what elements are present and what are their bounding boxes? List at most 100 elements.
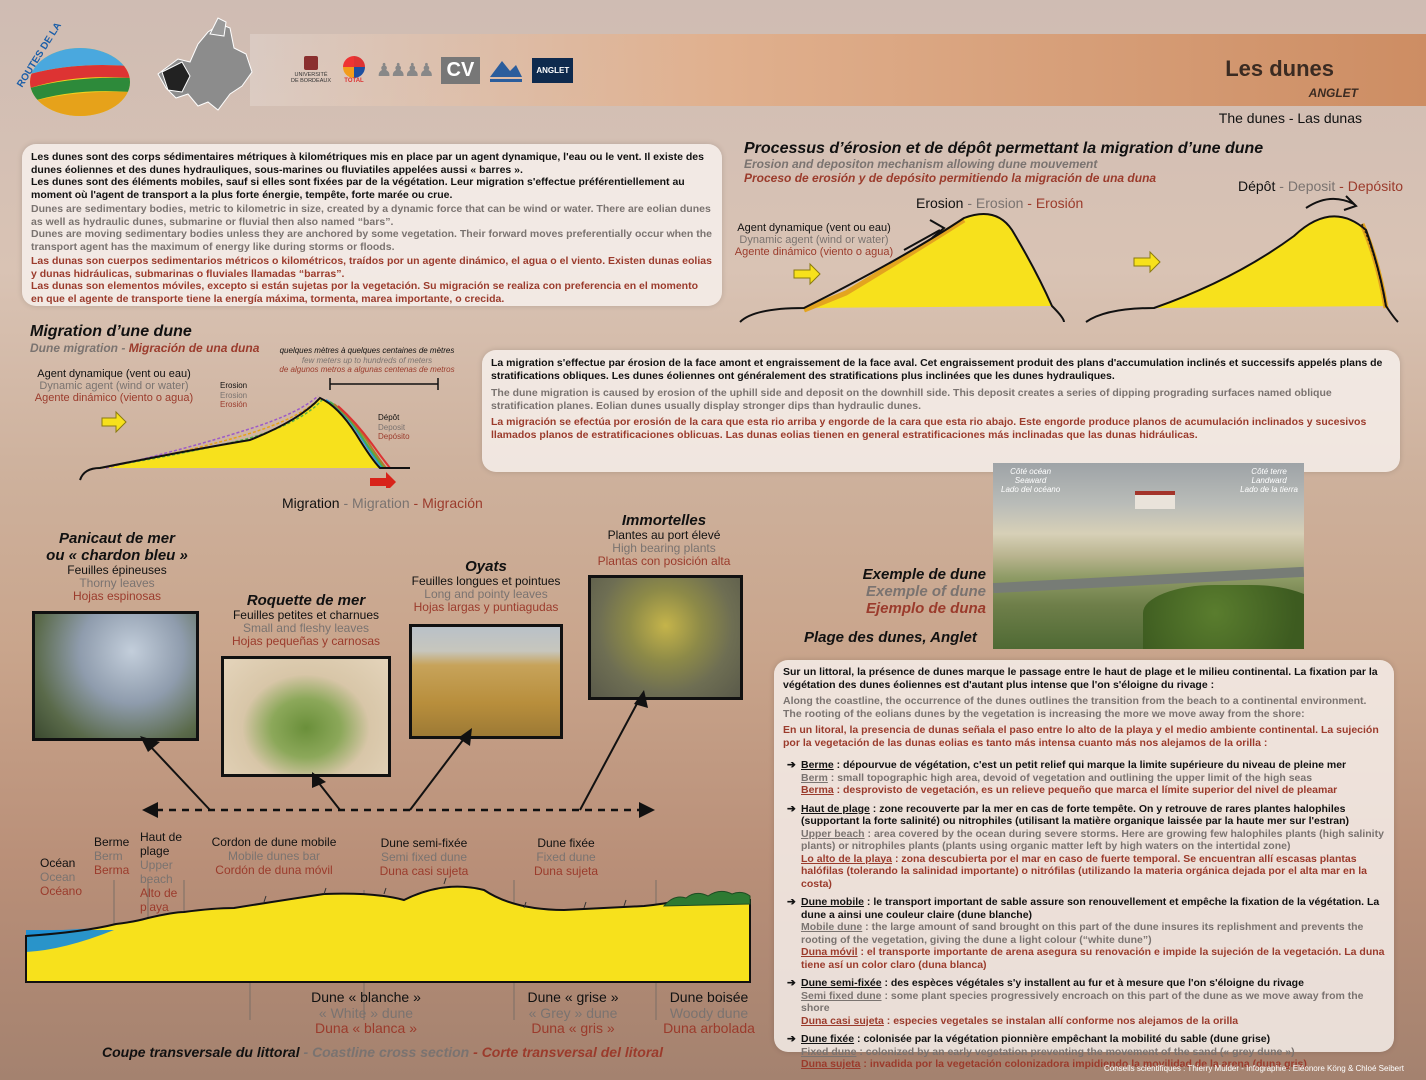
europe-map-icon [138,14,258,124]
intro-en: Dunes are sedimentary bodies, metric to … [31,203,712,253]
glossary-definition: : desprovisto de vegetación, es un relie… [833,784,1338,796]
coast-glossary-panel: Sur un littoral, la présence de dunes ma… [774,660,1394,1070]
dune-white-label: Dune « blanche » « White » dune Duna « bla… [311,989,421,1036]
cross-section-caption: Coupe transversale du littoral - Coastli… [102,1044,663,1060]
bullet-arrow-icon: ➔ [787,802,796,815]
migration-title: Migration d’une dune [30,323,192,340]
example-place: Plage des dunes, Anglet [804,629,977,646]
glossary-items: ➔ Berme : dépourvue de végétation, c'est … [783,759,1385,1071]
erosion-title-en: Erosion and depositon mechanism allowing… [744,157,1098,171]
dune-woody-label: Dune boisée Woody dune Duna arbolada [663,989,755,1036]
glossary-term: Haut de plage [801,802,870,815]
bullet-arrow-icon: ➔ [787,759,796,771]
migration-text-fr: La migration s'effectue par érosion de l… [491,357,1383,382]
erosion-agent-arrow [793,262,821,286]
credits: Conseils scientifiques : Thierry Mulder … [1103,1064,1404,1073]
plant-marram-labels: Oyats Feuilles longues et pointues Long … [411,558,561,614]
universite-bordeaux-logo: UNIVERSITÉ DE BORDEAUX [290,56,332,84]
glossary-term: Duna casi sujeta [801,1014,884,1027]
pyrenees-logo [488,55,524,85]
total-logo: TOTAL [340,56,368,84]
coast-intro-en: Along the coastline, the occurrence of t… [783,695,1367,720]
deposit-curved-arrow [1305,197,1355,209]
glossary-item-en: Upper beach : area covered by the ocean … [801,828,1385,853]
erosion-diagram [739,195,1399,323]
page-subtitle: ANGLET [1308,86,1358,100]
everlasting-photo [588,575,743,700]
glossary-term: Lo alto de la playa [801,852,893,865]
glossary-item-fr: Haut de plage : zone recouverte par la m… [801,803,1385,828]
dune-grey-label: Dune « grise » « Grey » dune Duna « gris » [527,989,619,1036]
migration-text-es: La migración se efectúa por erosión de l… [491,416,1367,441]
glossary-term: Duna móvil [801,946,858,958]
routes-de-la-terre-logo: ROUTES DE LA TERRE [14,0,130,116]
arrows-to-photos [140,690,655,818]
bushes [1143,585,1304,649]
glossary-item-fr: Dune semi-fixée : des espèces végétales … [801,977,1385,990]
migration-text-panel: La migration s'effectue par érosion de l… [482,350,1400,472]
glossary-item-en: Semi fixed dune : some plant species pro… [801,990,1385,1015]
glossary-term: Berme [801,759,834,771]
erosion-title-es: Proceso de erosión y de depósito permiti… [744,171,1157,185]
glossary-item-fr: Berme : dépourvue de végétation, c'est u… [801,759,1385,772]
house [1135,491,1175,509]
glossary-term: Semi fixed dune [801,989,882,1002]
glossary-term: Dune mobile [801,896,865,908]
glossary-term: Duna sujeta [801,1058,861,1070]
glossary-item-en: Fixed dune : colonized by an early veget… [801,1046,1385,1059]
glossary-item: ➔ Dune semi-fixée : des espèces végétales… [787,977,1385,1028]
erosion-title: Processus d’érosion et de dépôt permetta… [744,140,1264,157]
glossary-term: Fixed dune [801,1045,857,1058]
migration-text-en: The dune migration is caused by erosion … [491,387,1332,412]
glossary-term: Dune fixée [801,1033,855,1045]
glossary-item: ➔ Dune mobile : le transport important de… [787,896,1385,971]
glossary-definition: : colonisée par la végétation pionnière … [854,1033,1271,1045]
bullet-arrow-icon: ➔ [787,977,796,989]
glossary-term: Berma [801,784,834,796]
glossary-definition: : the large amount of sand brought on th… [801,921,1364,946]
glossary-item-es: Duna móvil : el transporte importante de… [801,946,1385,971]
dune-example-photo: Côté océan Seaward Lado del océano Côté te… [993,463,1304,649]
glossary-definition: : especies vegetales se instalan allí co… [883,1014,1239,1027]
ocean-side-label: Côté océan Seaward Lado del océano [1001,467,1061,494]
migration-caption: Migration - Migration - Migración [282,495,483,511]
migration-direction-arrow [370,472,396,488]
glossary-item-fr: Dune fixée : colonisée par la végétation… [801,1033,1385,1046]
land-side-label: Côté terre Landward Lado de la tierra [1240,467,1298,494]
glossary-item: ➔ Haut de plage : zone recouverte par la … [787,803,1385,891]
migration-diagram [79,378,439,488]
intro-fr: Les dunes sont des corps sédimentaires m… [31,151,704,201]
bullet-arrow-icon: ➔ [787,896,796,908]
page-title: Les dunes [1225,56,1334,81]
migration-subtitle: Dune migration - Migración de una duna [30,341,260,355]
glossary-item: ➔ Berme : dépourvue de végétation, c'est … [787,759,1385,797]
plant-everlasting-labels: Immortelles Plantes au port élevé High b… [597,512,731,568]
coast-intro-es: En un litoral, la presencia de dunas señ… [783,724,1379,749]
people-icons: ♟♟♟♟ [376,59,435,80]
glossary-term: Mobile dune [801,921,863,933]
glossary-definition: : le transport important de sable assure… [801,896,1380,921]
anglet-logo: ANGLET [532,57,574,83]
woody-vegetation [662,890,751,907]
glossary-item-fr: Dune mobile : le transport important de … [801,896,1385,921]
glossary-definition: : el transporte importante de arena aseg… [801,946,1385,971]
glossary-item-es: Berma : desprovisto de vegetación, es un… [801,784,1385,797]
intro-es: Las dunas son cuerpos sedimentarios métr… [31,255,712,305]
bullet-arrow-icon: ➔ [787,1033,796,1045]
glossary-item-es: Duna casi sujeta : especies vegetales se… [801,1015,1385,1028]
plant-sea-holly-labels: Panicaut de mer ou « chardon bleu » Feui… [46,530,188,603]
glossary-definition: : zone recouverte par la mer en cas de f… [801,802,1350,828]
migration-agent-arrow [101,410,127,434]
glossary-term: Dune semi-fixée [801,977,882,989]
glossary-term: Berm [801,771,828,784]
deposit-agent-arrow [1133,250,1161,274]
cv-logo: CV [440,56,481,84]
glossary-term: Upper beach [801,827,865,840]
glossary-definition: : des espèces végétales s'y installent a… [881,977,1304,989]
glossary-item-en: Berm : small topographic high area, devo… [801,772,1385,785]
intro-panel: Les dunes sont des corps sédimentaires m… [22,144,722,306]
glossary-definition: : colonized by an early vegetation preve… [856,1045,1295,1058]
example-label: Exemple de dune Exemple of dune Ejemplo … [862,566,986,617]
glossary-definition: : some plant species progressively encro… [801,989,1364,1015]
title-translations: The dunes - Las dunas [1218,110,1362,126]
